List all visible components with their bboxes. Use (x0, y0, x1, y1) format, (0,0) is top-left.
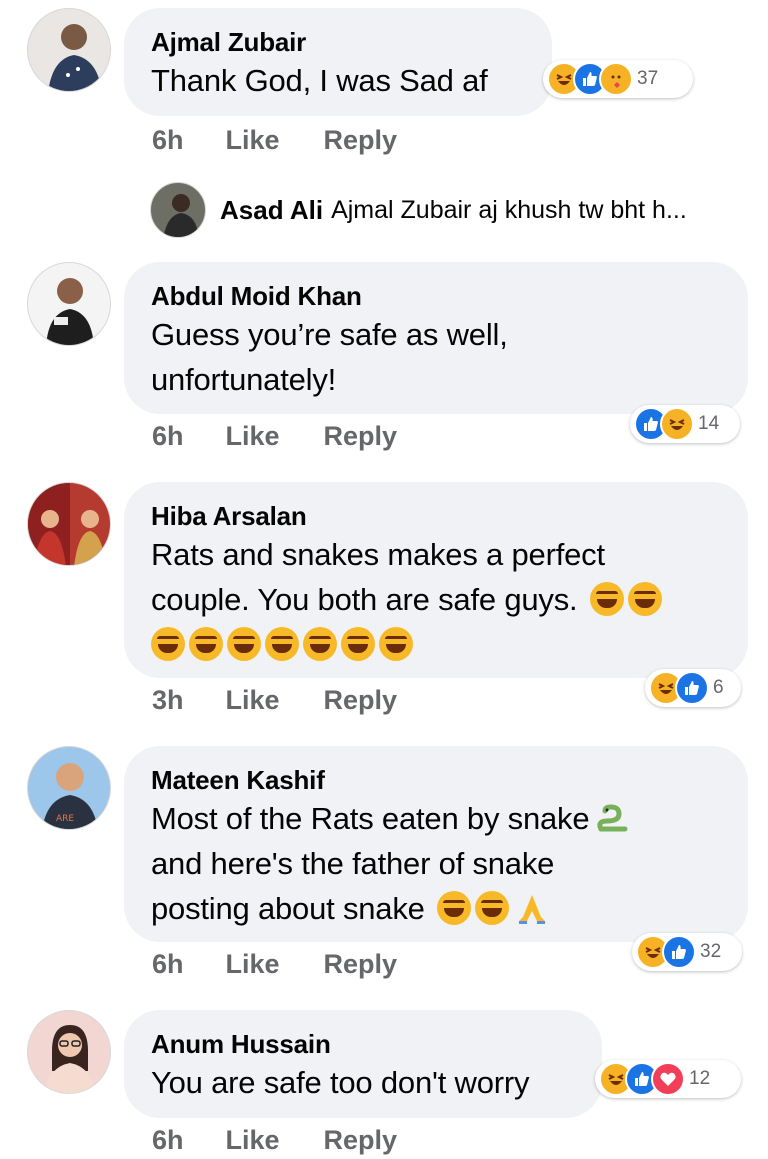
comment-text: unfortunately! (151, 362, 337, 397)
laughing-emoji-icon (475, 891, 510, 925)
comment-text: and here's the father of snake (151, 846, 555, 881)
laughing-emoji-icon (189, 627, 223, 661)
reaction-count: 14 (698, 413, 720, 434)
emoji-row (151, 622, 722, 667)
reaction-count: 32 (700, 941, 722, 962)
reaction-count: 12 (689, 1068, 711, 1089)
laughing-emoji-icon (627, 582, 662, 616)
comment-bubble: Anum Hussain You are safe too don't worr… (124, 1010, 602, 1118)
care-reaction-icon (599, 62, 633, 96)
comment-bubble: Hiba Arsalan Rats and snakes makes a per… (124, 482, 748, 678)
reply-preview[interactable]: Asad Ali Ajmal Zubair aj khush tw bht h.… (150, 182, 687, 238)
avatar[interactable]: ARE (27, 746, 111, 830)
haha-reaction-icon (660, 407, 694, 441)
laughing-emoji-icon (227, 627, 261, 661)
comment-time[interactable]: 3h (152, 684, 184, 716)
commenter-name[interactable]: Mateen Kashif (151, 764, 722, 796)
comment-text: Thank God, I was Sad af (151, 63, 488, 98)
laughing-emoji-icon (303, 627, 337, 661)
commenter-name[interactable]: Hiba Arsalan (151, 500, 722, 532)
reply-button[interactable]: Reply (324, 420, 398, 452)
comment-bubble: Ajmal Zubair Thank God, I was Sad af (124, 8, 552, 116)
reaction-summary[interactable]: 32 (632, 933, 742, 971)
like-reaction-icon (662, 935, 696, 969)
comment-bubble: Mateen Kashif Most of the Rats eaten by … (124, 746, 748, 942)
comment-actions: 6h Like Reply (152, 420, 397, 452)
reply-button[interactable]: Reply (324, 1124, 398, 1156)
love-reaction-icon (651, 1062, 685, 1096)
reaction-count: 37 (637, 68, 659, 89)
laughing-emoji-icon (265, 627, 299, 661)
commenter-name[interactable]: Ajmal Zubair (151, 26, 526, 58)
commenter-name[interactable]: Anum Hussain (151, 1028, 576, 1060)
reaction-summary[interactable]: 37 (543, 60, 693, 98)
avatar[interactable] (27, 482, 111, 566)
praying-hands-emoji-icon (519, 895, 546, 924)
like-button[interactable]: Like (226, 420, 280, 452)
avatar[interactable] (27, 8, 111, 92)
comment-actions: 3h Like Reply (152, 684, 397, 716)
comment-text: Most of the Rats eaten by snake (151, 796, 722, 841)
avatar[interactable] (150, 182, 206, 238)
reaction-summary[interactable]: 12 (595, 1060, 741, 1098)
reply-text: Ajmal Zubair aj khush tw bht h... (331, 195, 687, 224)
reply-button[interactable]: Reply (324, 684, 398, 716)
avatar[interactable] (27, 262, 111, 346)
reaction-summary[interactable]: 14 (630, 405, 740, 443)
comment-text: couple. You both are safe guys. (151, 577, 722, 622)
like-reaction-icon (675, 671, 709, 705)
reaction-count: 6 (713, 677, 724, 698)
comment-text: Rats and snakes makes a perfect (151, 537, 605, 572)
comment-time[interactable]: 6h (152, 420, 184, 452)
laughing-emoji-icon (341, 627, 375, 661)
reply-author-name[interactable]: Asad Ali (220, 195, 323, 226)
comment-actions: 6h Like Reply (152, 1124, 397, 1156)
comment-actions: 6h Like Reply (152, 948, 397, 980)
comment-time[interactable]: 6h (152, 948, 184, 980)
reply-button[interactable]: Reply (324, 948, 398, 980)
reply-button[interactable]: Reply (324, 124, 398, 156)
like-button[interactable]: Like (226, 124, 280, 156)
like-button[interactable]: Like (226, 1124, 280, 1156)
laughing-emoji-icon (379, 627, 413, 661)
laughing-emoji-icon (589, 582, 624, 616)
commenter-name[interactable]: Abdul Moid Khan (151, 280, 722, 312)
comment-text: Guess you’re safe as well, (151, 317, 508, 352)
comment-text: posting about snake (151, 886, 722, 931)
comment-time[interactable]: 6h (152, 124, 184, 156)
comment-bubble: Abdul Moid Khan Guess you’re safe as wel… (124, 262, 748, 414)
laughing-emoji-icon (437, 891, 472, 925)
svg-text:ARE: ARE (56, 814, 74, 824)
comment-time[interactable]: 6h (152, 1124, 184, 1156)
avatar[interactable] (27, 1010, 111, 1094)
comment-actions: 6h Like Reply (152, 124, 397, 156)
laughing-emoji-icon (151, 627, 185, 661)
like-button[interactable]: Like (226, 948, 280, 980)
reaction-summary[interactable]: 6 (645, 669, 741, 707)
like-button[interactable]: Like (226, 684, 280, 716)
snake-emoji-icon (597, 804, 628, 832)
comment-text: You are safe too don't worry (151, 1065, 530, 1100)
